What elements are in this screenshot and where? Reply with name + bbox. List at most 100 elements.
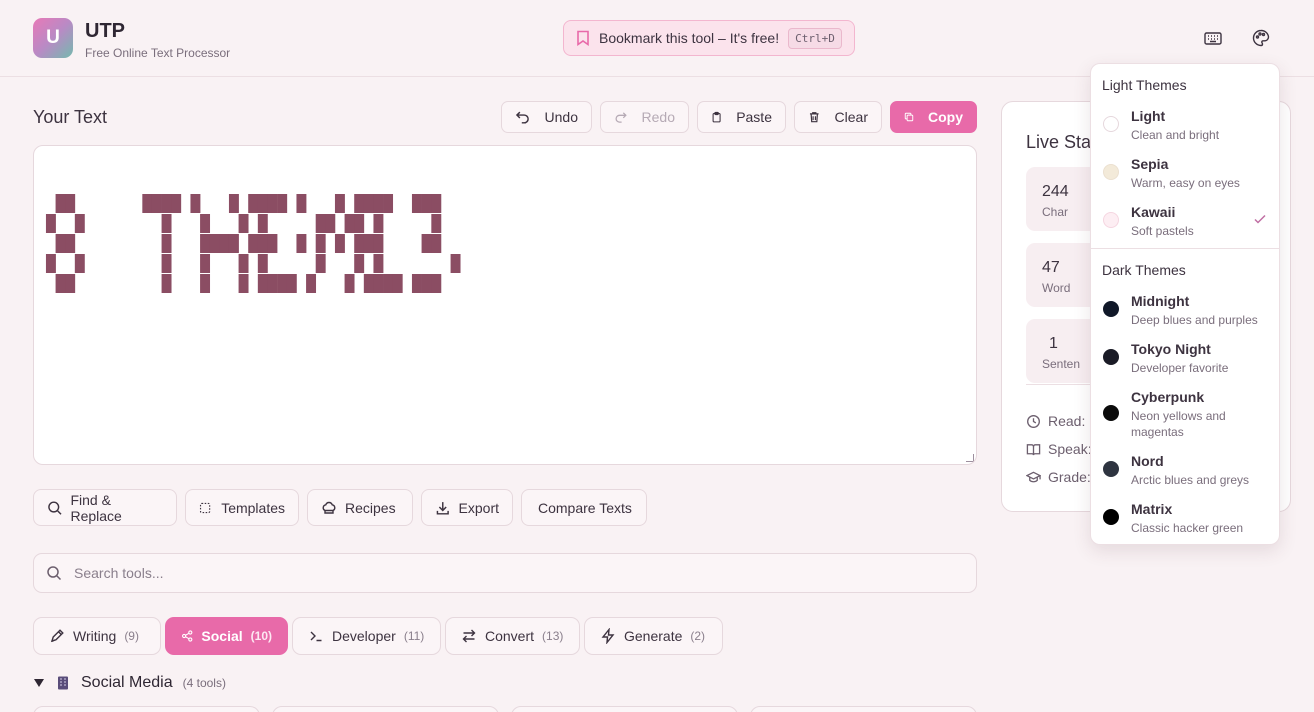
recipes-button[interactable]: Recipes — [307, 489, 413, 526]
theme-desc: Deep blues and purples — [1131, 313, 1258, 327]
compare-texts-button[interactable]: Compare Texts — [521, 489, 647, 526]
copy-button[interactable]: Copy — [890, 101, 977, 133]
clipboard-icon — [712, 111, 721, 123]
share-icon — [182, 630, 193, 642]
theme-desc: Neon yellows and magentas — [1131, 409, 1226, 439]
chef-hat-icon — [322, 501, 336, 514]
tab-convert[interactable]: Convert (13) — [445, 617, 580, 655]
app-logo: U — [33, 18, 73, 58]
tab-generate[interactable]: Generate (2) — [584, 617, 723, 655]
redo-icon — [615, 112, 627, 123]
terminal-icon — [310, 631, 322, 642]
copy-icon — [904, 112, 914, 122]
bookmark-shortcut: Ctrl+D — [788, 27, 842, 49]
reading-time: Read: — [1026, 413, 1085, 429]
copy-label: Copy — [928, 109, 963, 125]
reading-time-label: Read: — [1048, 413, 1086, 429]
theme-swatch — [1103, 301, 1119, 317]
stat-characters-label: Char — [1042, 205, 1069, 219]
caret-down-icon — [34, 679, 44, 687]
speaking-time-label: Speak: — [1048, 441, 1092, 457]
tab-social-label: Social — [201, 628, 243, 644]
theme-name: Sepia — [1131, 156, 1169, 172]
text-editor[interactable]: ██ ████ █ █ ████ █ █ ████ ███ █ █ █ █ █ … — [33, 145, 977, 465]
tool-card[interactable] — [33, 706, 260, 712]
redo-label: Redo — [641, 109, 675, 125]
theme-desc: Developer favorite — [1131, 361, 1229, 375]
find-replace-label: Find & Replace — [70, 491, 122, 524]
compare-texts-label: Compare Texts — [538, 499, 632, 516]
paste-button[interactable]: Paste — [697, 101, 786, 133]
theme-swatch — [1103, 349, 1119, 365]
export-button[interactable]: Export — [421, 489, 513, 526]
tab-convert-label: Convert — [485, 628, 535, 644]
stat-words-value: 47 — [1042, 259, 1060, 276]
resize-handle[interactable] — [966, 454, 974, 462]
templates-label: Templates — [221, 499, 285, 516]
grade-level-label: Grade: — [1048, 469, 1091, 485]
tab-writing-label: Writing — [73, 628, 117, 644]
paste-label: Paste — [736, 109, 772, 125]
theme-desc: Classic hacker green — [1131, 521, 1244, 535]
theme-swatch — [1103, 116, 1119, 132]
recipes-label: Recipes — [345, 499, 396, 516]
tool-search-input[interactable] — [74, 565, 934, 581]
find-replace-button[interactable]: Find & Replace — [33, 489, 177, 526]
stat-sentences-value: 1 — [1049, 335, 1058, 352]
tab-generate-label: Generate — [624, 628, 683, 644]
theme-swatch — [1103, 509, 1119, 525]
theme-desc: Clean and bright — [1131, 128, 1220, 142]
lightning-icon — [601, 628, 615, 644]
theme-swatch — [1103, 405, 1119, 421]
group-social-media[interactable]: Social Media (4 tools) — [33, 674, 226, 692]
clock-icon — [1027, 414, 1040, 428]
keyboard-icon[interactable] — [1203, 28, 1223, 48]
stat-sentences-label: Senten — [1042, 357, 1081, 371]
theme-name: Cyberpunk — [1131, 389, 1205, 405]
clear-button[interactable]: Clear — [794, 101, 882, 133]
grade-level: Grade: — [1026, 469, 1091, 485]
palette-icon[interactable] — [1251, 28, 1271, 48]
theme-divider — [1091, 248, 1279, 249]
arrows-swap-icon — [462, 629, 476, 643]
theme-name: Matrix — [1131, 501, 1173, 517]
tab-convert-count: (13) — [542, 629, 564, 643]
building-icon — [58, 676, 68, 690]
undo-button[interactable]: Undo — [501, 101, 592, 133]
tab-writing-count: (9) — [124, 629, 139, 643]
templates-button[interactable]: Templates — [185, 489, 299, 526]
light-themes-heading: Light Themes — [1102, 77, 1187, 93]
theme-desc: Soft pastels — [1131, 224, 1194, 238]
pen-icon — [50, 629, 64, 643]
tool-card[interactable] — [511, 706, 738, 712]
theme-dropdown: Light Themes Light Clean and bright Sepi… — [1090, 63, 1280, 545]
theme-swatch — [1103, 461, 1119, 477]
redo-button[interactable]: Redo — [600, 101, 689, 133]
export-label: Export — [458, 499, 499, 516]
tab-developer[interactable]: Developer (11) — [292, 617, 441, 655]
tab-developer-label: Developer — [332, 628, 396, 644]
tab-developer-count: (11) — [403, 629, 425, 643]
app-subtitle: Free Online Text Processor — [85, 46, 231, 60]
stat-characters-value: 244 — [1042, 183, 1069, 200]
templates-icon — [199, 502, 211, 513]
tab-writing[interactable]: Writing (9) — [33, 617, 161, 655]
tool-card[interactable] — [272, 706, 499, 712]
bookmark-icon — [577, 30, 589, 46]
group-tool-count: (4 tools) — [182, 676, 226, 690]
search-icon — [48, 500, 62, 515]
app-title: UTP — [85, 20, 125, 42]
search-icon — [47, 566, 62, 581]
theme-desc: Arctic blues and greys — [1131, 473, 1250, 487]
tool-card[interactable] — [750, 706, 977, 712]
download-icon — [436, 501, 449, 515]
tool-search[interactable] — [33, 553, 977, 593]
theme-name: Nord — [1131, 453, 1164, 469]
stat-words-label: Word — [1042, 281, 1071, 295]
tab-generate-count: (2) — [690, 629, 706, 643]
tab-social[interactable]: Social (10) — [165, 617, 288, 655]
undo-label: Undo — [544, 109, 578, 125]
speaking-time: Speak: — [1026, 441, 1092, 457]
bookmark-banner[interactable]: Bookmark this tool – It's free! Ctrl+D — [563, 20, 855, 56]
book-icon — [1026, 443, 1041, 455]
